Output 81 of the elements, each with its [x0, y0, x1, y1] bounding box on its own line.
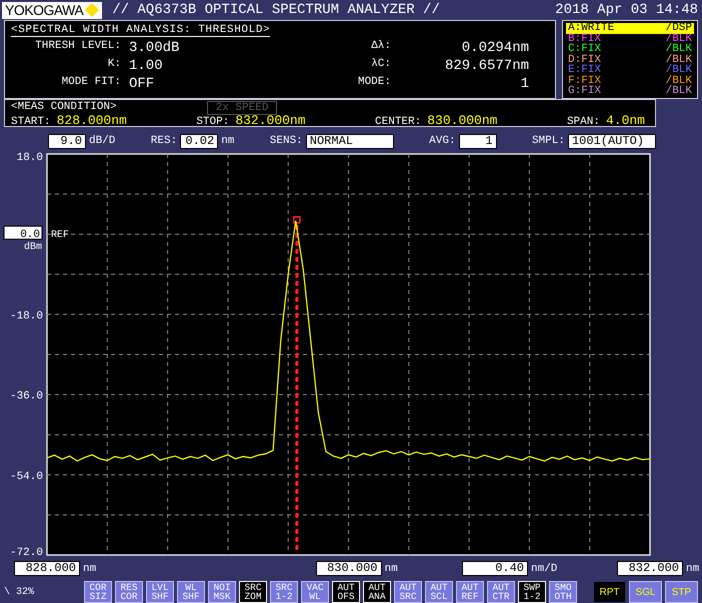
setting-label: RES:	[150, 135, 178, 147]
soft-key[interactable]: RES COR	[115, 581, 143, 603]
window-title: // AQ6373B OPTICAL SPECTRUM ANALYZER //	[112, 2, 441, 18]
soft-key[interactable]: SMO OTH	[549, 581, 577, 603]
trace-item[interactable]: G:FIX /BLK	[566, 86, 694, 96]
field-label: K:	[106, 58, 122, 72]
axis-tick-label: 830.000	[316, 561, 382, 576]
soft-key[interactable]: SWP 1-2	[518, 581, 546, 603]
setting-field[interactable]: 1001(AUTO)	[568, 134, 656, 148]
soft-key[interactable]: AUT SRC	[394, 581, 422, 603]
field-value: 829.6577nm	[444, 58, 529, 74]
setting-label: AVG:	[429, 135, 456, 147]
unit-label: nm/D	[531, 562, 558, 574]
axis-tick-label: 18.0	[16, 152, 43, 164]
axis-tick-label: -36.0	[10, 390, 43, 403]
field-value: 1.00	[129, 58, 164, 74]
trace-item[interactable]: E:FIX /BLK	[566, 65, 694, 76]
unit-label: nm	[221, 135, 234, 147]
trace-item[interactable]: C:FIX /BLK	[566, 44, 694, 54]
reference-level-field[interactable]: 0.0	[4, 226, 42, 242]
diamond-icon	[85, 3, 100, 17]
sweep-button[interactable]: RPT	[593, 581, 626, 603]
field-label: λC:	[370, 58, 392, 72]
setting-label: SMPL:	[532, 135, 565, 147]
setting-field[interactable]: 0.02	[180, 134, 218, 148]
field-label: Δλ:	[370, 40, 392, 54]
field-value: 832.000nm	[235, 115, 306, 127]
scale-field[interactable]: 0.40	[462, 561, 528, 576]
field-value: 4.0nm	[606, 115, 645, 127]
field-label: START:	[11, 116, 51, 128]
unit-label: nm	[384, 562, 398, 574]
axis-tick-label: -54.0	[10, 470, 43, 483]
soft-key[interactable]: AUT SCL	[425, 581, 453, 603]
unit-label: dBm	[24, 242, 42, 254]
unit-label: nm	[83, 562, 96, 574]
trace-item[interactable]: B:FIX /BLK	[566, 34, 694, 44]
field-value: OFF	[129, 76, 156, 92]
sweep-button[interactable]: SGL	[629, 581, 662, 603]
soft-key[interactable]: SRC 1-2	[270, 581, 298, 603]
field-label: SPAN:	[566, 116, 600, 128]
speed-badge: 2x SPEED	[206, 101, 278, 115]
trace-item[interactable]: D:FIX /BLK	[566, 54, 694, 65]
field-label: MODE:	[356, 76, 392, 90]
field-value: 0.0294nm	[460, 40, 529, 56]
field-label: CENTER:	[375, 116, 422, 128]
axis-tick-label: 828.000	[14, 561, 80, 576]
soft-key[interactable]: AUT ANA	[363, 581, 391, 603]
trace-item[interactable]: A:WRITE /DSP	[566, 23, 694, 34]
analysis-heading: <SPECTRAL WIDTH ANALYSIS: THRESHOLD>	[11, 24, 270, 37]
axis-tick-label: -72.0	[10, 547, 43, 559]
field-value: 3.00dB	[129, 40, 180, 56]
soft-key[interactable]: AUT REF	[456, 581, 484, 603]
soft-key[interactable]: COR SIZ	[84, 581, 112, 603]
soft-key[interactable]: AUT CTR	[487, 581, 515, 603]
soft-key[interactable]: AUT OFS	[332, 581, 360, 603]
setting-field[interactable]: 9.0	[48, 134, 86, 148]
axis-tick-label: -18.0	[10, 310, 43, 322]
field-label: MODE FIT:	[60, 76, 122, 90]
unit-label: nm	[686, 562, 700, 574]
setting-field[interactable]: NORMAL	[306, 134, 394, 148]
field-value: 828.000nm	[56, 115, 127, 127]
unit-label: dB/D	[89, 135, 116, 147]
sweep-button[interactable]: STP	[665, 581, 698, 603]
status-text: \ 32%	[4, 586, 36, 598]
soft-key[interactable]: NOI MSK	[208, 581, 236, 603]
setting-field[interactable]: 1	[458, 134, 497, 148]
meas-heading: <MEAS CONDITION>	[11, 101, 117, 115]
soft-key[interactable]: VAC WL	[301, 581, 329, 603]
trace-item[interactable]: F:FIX /BLK	[566, 76, 694, 86]
field-label: STOP:	[196, 116, 230, 128]
logo-text: YOKOGAWA	[5, 2, 84, 18]
soft-key[interactable]: WL SHF	[177, 581, 205, 603]
axis-tick-label: 832.000	[617, 561, 683, 576]
field-value: 830.000nm	[427, 115, 498, 127]
field-label: THRESH LEVEL:	[34, 40, 122, 54]
soft-key[interactable]: LVL SHF	[146, 581, 174, 603]
soft-key[interactable]: SRC ZOM	[239, 581, 267, 603]
ref-label: REF	[51, 230, 70, 242]
setting-label: SENS:	[270, 135, 303, 147]
field-value: 1	[520, 76, 529, 92]
date-time: 2018 Apr 03 14:48	[555, 2, 698, 18]
